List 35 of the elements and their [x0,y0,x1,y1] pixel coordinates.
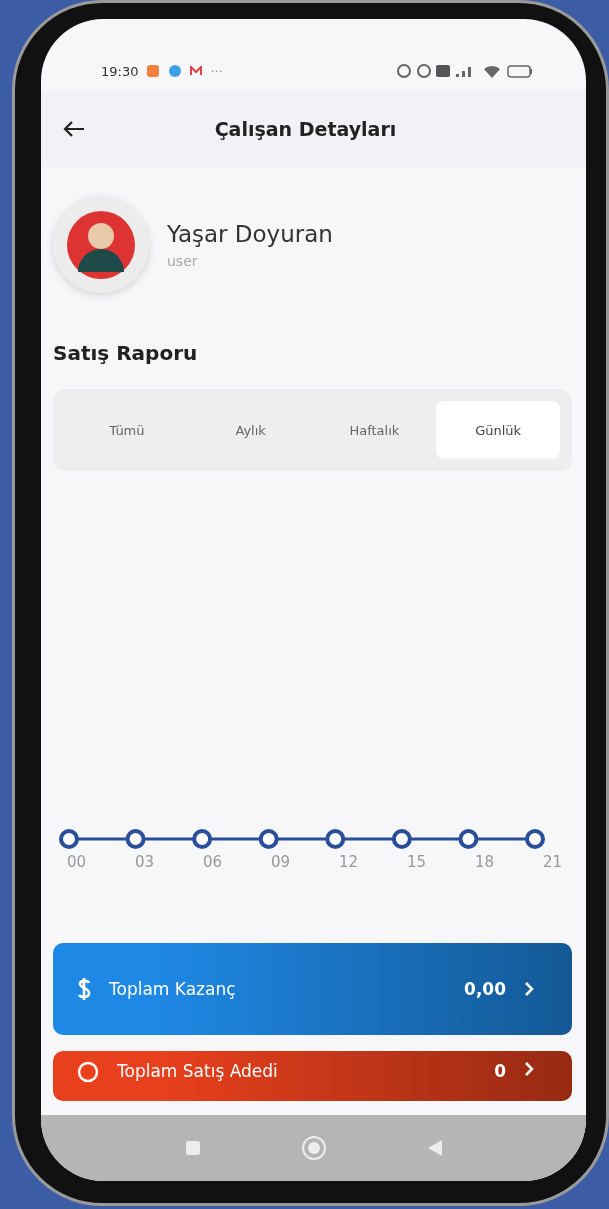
axis-label: 12 [338,853,359,871]
period-tab[interactable]: Günlük [436,401,560,459]
card-value: 0,00 [464,979,506,999]
chevron-right-icon [524,1061,534,1077]
card-label: Toplam Satış Adedi [117,1061,279,1081]
axis-label: 09 [270,853,291,871]
axis-label: 00 [67,853,87,871]
summary-card[interactable]: Toplam Kazanç 0,00 [53,943,572,1035]
home-circle-icon[interactable] [300,1135,327,1161]
summary-card[interactable]: Toplam Satış Adedi 0 [53,1051,572,1101]
dollar-icon [77,977,91,1001]
axis-label: 18 [474,853,494,871]
period-tab[interactable]: Haftalık [312,401,437,459]
more-notifications: ··· [210,63,223,79]
axis-label: 21 [542,853,562,871]
period-tab[interactable]: Aylık [188,401,313,459]
period-tab[interactable]: Tümü [65,401,189,459]
section-title: Satış Raporu [53,341,199,365]
person-silhouette-icon [66,210,136,280]
screen-title: Çalışan Detayları [213,118,398,140]
square-icon[interactable] [184,1140,201,1156]
notification-icon [168,64,183,78]
employee-name: Yaşar Doyuran [167,221,333,247]
notification-icon [146,64,161,78]
axis-label: 06 [202,853,223,871]
card-value: 0 [494,1061,506,1081]
axis-label: 15 [406,853,426,871]
status-time: 19:30 [101,63,139,79]
employee-role: user [167,253,199,269]
axis-label: 03 [135,853,155,871]
back-triangle-icon[interactable] [426,1139,443,1157]
mail-icon [190,66,203,76]
card-label: Toplam Kazanç [109,979,237,999]
chevron-right-icon [524,981,534,997]
back-arrow-icon[interactable] [63,120,85,138]
